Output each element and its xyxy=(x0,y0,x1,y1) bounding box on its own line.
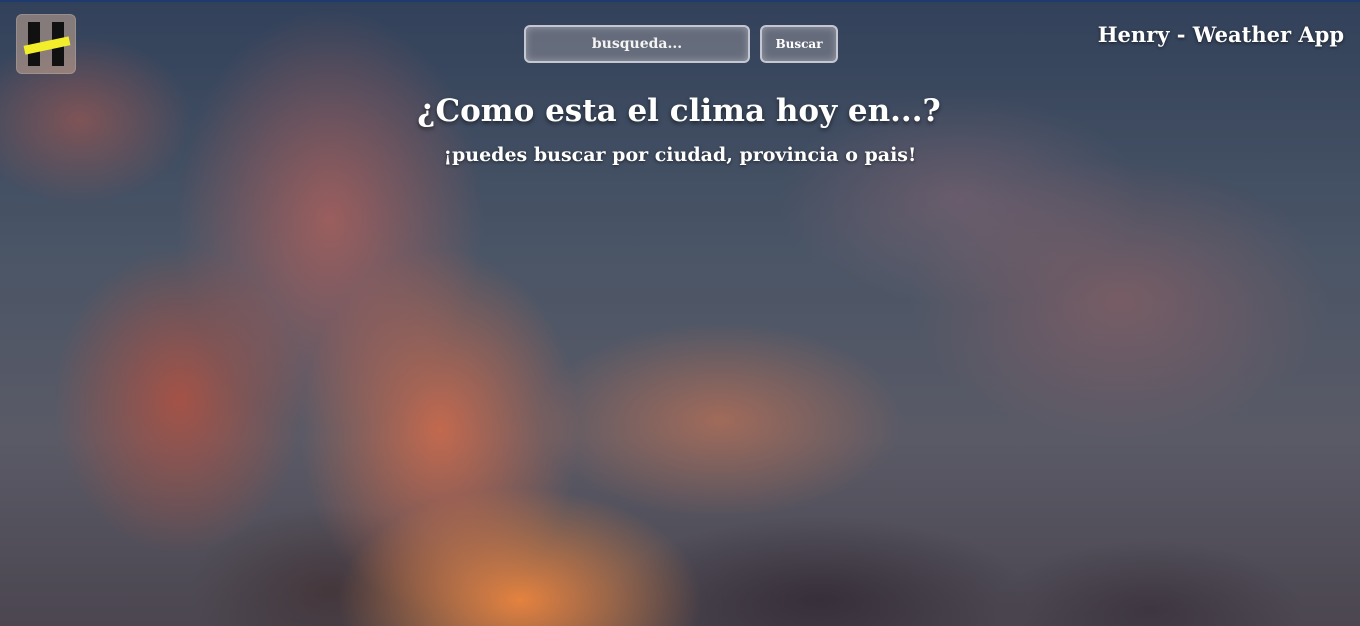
page-title: ¿Como esta el clima hoy en...? xyxy=(417,93,941,129)
hero: ¿Como esta el clima hoy en...? ¡puedes b… xyxy=(0,88,1360,168)
search-bar: Buscar xyxy=(524,25,838,63)
top-border xyxy=(0,0,1360,2)
app-title: Henry - Weather App xyxy=(1097,22,1344,47)
search-input[interactable] xyxy=(524,25,750,63)
page-subtitle: ¡puedes buscar por ciudad, provincia o p… xyxy=(443,144,917,166)
search-button[interactable]: Buscar xyxy=(760,25,838,63)
henry-logo-icon[interactable] xyxy=(16,14,76,74)
